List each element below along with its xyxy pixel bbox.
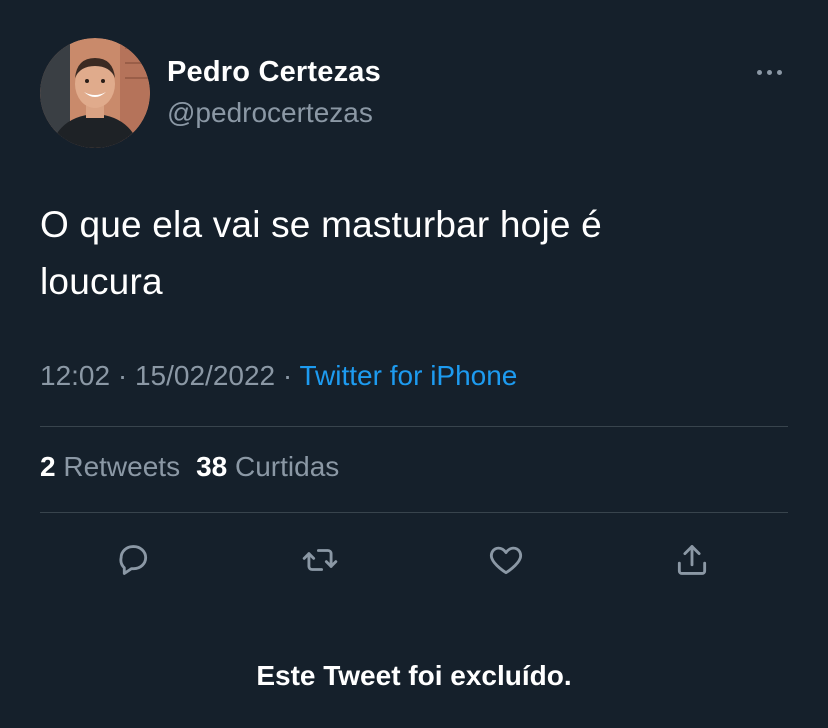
more-horizontal-icon <box>756 69 762 75</box>
likes-label: Curtidas <box>235 451 340 482</box>
reply-button[interactable] <box>113 540 153 580</box>
tweet-source-link[interactable]: Twitter for iPhone <box>300 360 518 391</box>
divider <box>40 426 788 427</box>
divider <box>40 512 788 513</box>
retweets-label: Retweets <box>63 451 181 482</box>
share-button[interactable] <box>672 540 712 580</box>
deleted-tweet-notice: Este Tweet foi excluído. <box>256 660 572 691</box>
retweet-button[interactable] <box>300 540 340 580</box>
tweet-text-line-1: O que ela vai se masturbar hoje é <box>40 204 602 245</box>
meta-separator: · <box>117 360 128 391</box>
tweet-stats: 2 Retweets 38 Curtidas <box>40 451 339 483</box>
retweet-icon <box>302 549 338 571</box>
tweet-date[interactable]: 15/02/2022 <box>135 360 275 391</box>
author-display-name[interactable]: Pedro Certezas <box>167 56 381 89</box>
author-handle[interactable]: @pedrocertezas <box>167 97 373 129</box>
tweet-text: O que ela vai se masturbar hoje é loucur… <box>40 196 760 310</box>
retweets-stat[interactable]: 2 Retweets <box>40 451 180 482</box>
tweet-detail-page: Pedro Certezas @pedrocertezas O que ela … <box>0 0 828 728</box>
avatar[interactable] <box>40 38 150 148</box>
meta-separator: · <box>282 360 293 391</box>
more-options-button[interactable] <box>748 58 790 86</box>
likes-count: 38 <box>196 451 228 482</box>
heart-icon <box>489 546 523 575</box>
like-button[interactable] <box>486 540 526 580</box>
retweets-count: 2 <box>40 451 56 482</box>
tweet-time[interactable]: 12:02 <box>40 360 110 391</box>
tweet-text-line-2: loucura <box>40 261 163 302</box>
avatar-photo-icon <box>40 38 150 148</box>
share-icon <box>677 545 707 575</box>
reply-icon <box>119 545 148 575</box>
tweet-metadata: 12:02 · 15/02/2022 · Twitter for iPhone <box>40 360 517 392</box>
likes-stat[interactable]: 38 Curtidas <box>196 451 339 482</box>
